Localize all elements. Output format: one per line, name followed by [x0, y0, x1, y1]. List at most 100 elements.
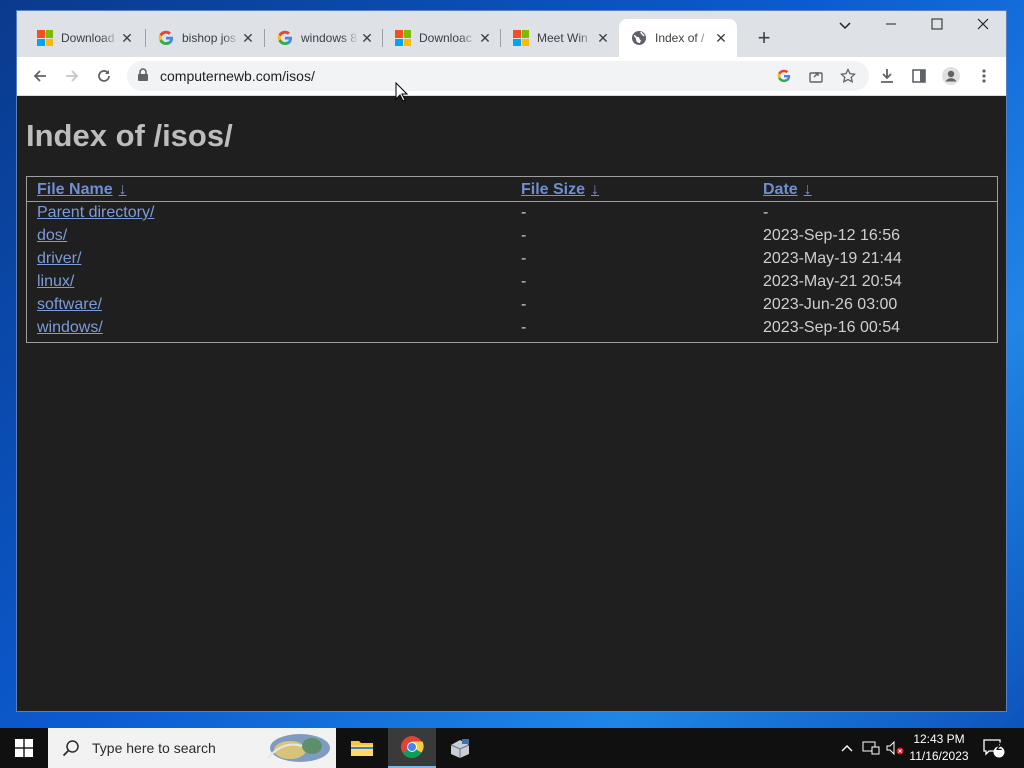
column-header-file-name[interactable]: File Name ↓	[27, 177, 511, 201]
show-hidden-icons-button[interactable]	[836, 728, 858, 768]
forward-arrow-icon	[66, 70, 79, 82]
tab-label: Meet Win	[537, 31, 588, 45]
tab-download-1[interactable]: Download ✕	[25, 19, 143, 57]
network-status-button[interactable]	[860, 728, 882, 768]
microsoft-logo-icon	[395, 30, 411, 46]
minimize-button[interactable]	[868, 11, 914, 41]
file-link[interactable]: windows/	[37, 319, 103, 336]
google-logo-icon	[158, 30, 173, 45]
side-panel-icon	[912, 69, 926, 83]
maximize-button[interactable]	[914, 11, 960, 41]
installer-box-icon	[450, 739, 470, 758]
file-date-cell: 2023-Sep-12 16:56	[763, 226, 900, 244]
table-row: Parent directory/ - -	[27, 201, 997, 224]
tab-close-icon[interactable]: ✕	[119, 30, 135, 46]
tab-close-icon[interactable]: ✕	[713, 30, 729, 46]
notification-center-button[interactable]: 2	[980, 728, 1008, 768]
page-content: Index of /isos/ File Name ↓ File Size ↓ Da…	[17, 96, 1006, 711]
search-placeholder: Type here to search	[92, 740, 216, 756]
file-date-cell: 2023-Jun-26 03:00	[763, 295, 898, 313]
table-row: linux/ - 2023-May-21 20:54	[27, 270, 997, 293]
tab-close-icon[interactable]: ✕	[477, 30, 493, 46]
tab-close-icon[interactable]: ✕	[359, 30, 375, 46]
lock-icon[interactable]	[137, 68, 149, 82]
tab-windows-search[interactable]: windows 8 ✕	[265, 19, 383, 57]
column-header-file-size[interactable]: File Size ↓	[511, 177, 753, 201]
table-row: windows/ - 2023-Sep-16 00:54	[27, 316, 997, 339]
page-title: Index of /isos/	[26, 118, 233, 153]
taskbar-app-installer[interactable]	[436, 728, 484, 768]
volume-button[interactable]	[884, 728, 906, 768]
file-link[interactable]: driver/	[37, 250, 81, 267]
file-date-cell: 2023-May-21 20:54	[763, 272, 902, 290]
back-button[interactable]	[26, 62, 54, 90]
google-lens-icon[interactable]	[775, 67, 793, 85]
address-bar[interactable]: computernewb.com/isos/	[127, 61, 869, 91]
reload-button[interactable]	[90, 62, 118, 90]
file-size-cell: -	[521, 318, 527, 336]
file-date-cell: -	[763, 203, 769, 221]
tab-label: Download	[61, 31, 115, 45]
column-header-date[interactable]: Date ↓	[753, 177, 997, 201]
menu-button[interactable]	[970, 62, 998, 90]
sort-arrow-icon[interactable]: ↓	[591, 181, 599, 198]
search-highlight-illustration-icon[interactable]	[260, 732, 330, 764]
file-link[interactable]: software/	[37, 296, 102, 313]
microsoft-logo-icon	[513, 30, 529, 46]
taskbar-chrome[interactable]	[388, 728, 436, 768]
tab-close-icon[interactable]: ✕	[240, 30, 256, 46]
downloads-button[interactable]	[873, 62, 901, 90]
tab-meet-windows[interactable]: Meet Win ✕	[501, 19, 619, 57]
sort-by-name-link[interactable]: File Name	[37, 181, 113, 198]
taskbar: Type here to search 12:43 PM 11/16/2023 …	[0, 728, 1024, 768]
table-row: software/ - 2023-Jun-26 03:00	[27, 293, 997, 316]
file-date-cell: 2023-Sep-16 00:54	[763, 318, 900, 336]
file-table: File Name ↓ File Size ↓ Date ↓ Parent direc…	[27, 177, 997, 339]
close-window-button[interactable]	[960, 11, 1006, 41]
taskbar-file-explorer[interactable]	[338, 728, 386, 768]
file-name-cell: software/	[27, 293, 511, 316]
sort-by-size-link[interactable]: File Size	[521, 181, 585, 198]
windows-logo-icon	[15, 739, 33, 757]
chevron-up-icon	[841, 745, 853, 752]
table-header-row: File Name ↓ File Size ↓ Date ↓	[27, 177, 997, 201]
browser-window: Download ✕ bishop jos ✕ windows 8 ✕ Down…	[17, 11, 1006, 711]
folder-icon	[351, 741, 373, 756]
tab-download-2[interactable]: Downloac ✕	[383, 19, 501, 57]
sort-by-date-link[interactable]: Date	[763, 181, 798, 198]
download-icon	[881, 69, 893, 83]
sort-arrow-icon[interactable]: ↓	[804, 181, 812, 198]
taskbar-search-box[interactable]: Type here to search	[48, 728, 336, 768]
clock-time: 12:43 PM	[913, 732, 965, 746]
forward-button[interactable]	[58, 62, 86, 90]
tab-strip: Download ✕ bishop jos ✕ windows 8 ✕ Down…	[17, 11, 1006, 57]
file-link[interactable]: dos/	[37, 227, 67, 244]
tab-bishop[interactable]: bishop jos ✕	[146, 19, 264, 57]
file-size-cell: -	[521, 203, 527, 221]
mouse-cursor-icon	[395, 82, 409, 102]
tab-index-of-isos[interactable]: Index of / ✕	[619, 19, 737, 57]
start-button[interactable]	[0, 728, 48, 768]
clock-date: 11/16/2023	[909, 749, 969, 763]
side-panel-button[interactable]	[905, 62, 933, 90]
profile-avatar-icon	[942, 67, 960, 85]
tab-label: windows 8	[301, 31, 358, 45]
file-link[interactable]: Parent directory/	[37, 204, 154, 221]
sort-arrow-icon[interactable]: ↓	[119, 181, 127, 198]
file-size-cell: -	[521, 295, 527, 313]
file-name-cell: dos/	[27, 224, 511, 247]
bookmark-star-icon[interactable]	[839, 67, 857, 85]
share-icon[interactable]	[807, 67, 825, 85]
system-clock[interactable]: 12:43 PM 11/16/2023	[906, 731, 972, 765]
url-text[interactable]: computernewb.com/isos/	[160, 68, 315, 84]
tab-label: bishop jos	[182, 31, 237, 45]
file-size-cell: -	[521, 272, 527, 290]
profile-button[interactable]	[937, 62, 965, 90]
notification-count: 2	[995, 741, 1003, 753]
tab-search-icon[interactable]	[822, 11, 868, 41]
new-tab-button[interactable]: +	[750, 25, 778, 53]
tab-label: Index of /	[655, 31, 705, 45]
reload-icon	[98, 70, 110, 82]
file-link[interactable]: linux/	[37, 273, 74, 290]
tab-close-icon[interactable]: ✕	[595, 30, 611, 46]
